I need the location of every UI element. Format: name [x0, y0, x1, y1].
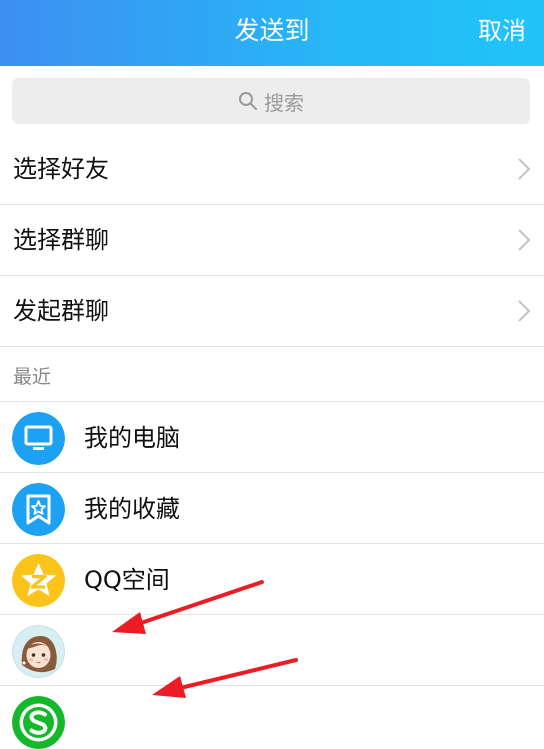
- search-input[interactable]: 搜索: [12, 78, 530, 124]
- contact-my-computer[interactable]: 我的电脑: [0, 402, 544, 473]
- search-icon: [239, 92, 257, 110]
- search-area: 搜索: [0, 66, 544, 134]
- contact-name: QQ空间: [84, 566, 170, 594]
- chevron-right-icon: [518, 300, 531, 322]
- contact-user[interactable]: [0, 615, 544, 686]
- favorites-icon: [12, 483, 65, 536]
- computer-icon: [12, 412, 65, 465]
- user-avatar: [12, 625, 65, 678]
- recent-section-header: 最近: [0, 347, 544, 402]
- cancel-button[interactable]: 取消: [478, 0, 526, 66]
- contact-my-favorites[interactable]: 我的收藏: [0, 473, 544, 544]
- chevron-right-icon: [518, 229, 531, 251]
- page-title: 发送到: [234, 16, 310, 45]
- menu-start-group-chat[interactable]: 发起群聊: [0, 276, 544, 347]
- menu-select-groups[interactable]: 选择群聊: [0, 205, 544, 276]
- chevron-right-icon: [518, 158, 531, 180]
- contact-s-app[interactable]: [0, 686, 544, 749]
- s-app-icon: [12, 696, 65, 749]
- menu-label: 发起群聊: [13, 297, 109, 325]
- search-placeholder: 搜索: [264, 90, 304, 115]
- menu-select-friends[interactable]: 选择好友: [0, 134, 544, 205]
- qzone-icon: [12, 554, 65, 607]
- contact-name: 我的收藏: [84, 495, 180, 523]
- header-bar: 发送到 取消: [0, 0, 544, 66]
- contact-name: 我的电脑: [84, 424, 180, 452]
- contact-qzone[interactable]: QQ空间: [0, 544, 544, 615]
- section-label: 最近: [13, 366, 52, 388]
- menu-label: 选择好友: [13, 155, 109, 183]
- menu-label: 选择群聊: [13, 226, 109, 254]
